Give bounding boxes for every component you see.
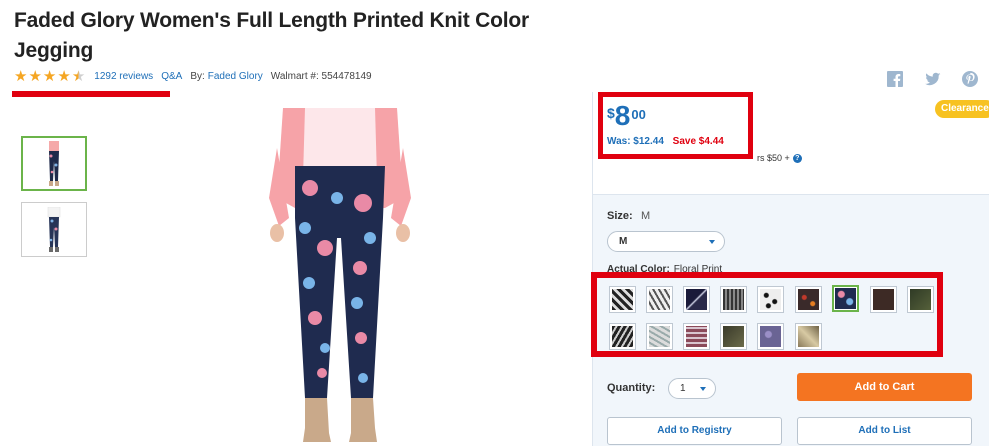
size-label: Size: [607, 210, 633, 222]
annotation-box-swatches [591, 272, 943, 357]
add-to-list-button[interactable]: Add to List [797, 417, 972, 445]
chevron-down-icon [709, 240, 715, 244]
qa-link[interactable]: Q&A [161, 71, 182, 82]
reviews-link[interactable]: 1292 reviews [94, 71, 153, 82]
walmart-number: Walmart #: 554478149 [270, 70, 372, 82]
add-to-cart-button[interactable]: Add to Cart [797, 373, 972, 401]
product-main-image[interactable] [265, 108, 415, 446]
by-label: By: [190, 70, 205, 82]
size-select-value: M [619, 236, 628, 247]
product-title: Faded Glory Women's Full Length Printed … [14, 9, 529, 62]
add-to-registry-button[interactable]: Add to Registry [607, 417, 782, 445]
quantity-label: Quantity: [607, 382, 656, 394]
half-star-icon: ★ [71, 66, 86, 85]
help-icon[interactable]: ? [792, 153, 802, 163]
facebook-icon[interactable] [887, 71, 903, 87]
size-value: M [641, 210, 651, 222]
annotation-underline [12, 91, 170, 97]
annotation-box-price [598, 92, 753, 159]
quantity-select[interactable]: 1 [668, 378, 716, 399]
pinterest-icon[interactable] [962, 71, 978, 87]
brand-link[interactable]: Faded Glory [208, 71, 263, 82]
shipping-note: rs $50 + ? [757, 153, 802, 163]
star-icon: ★ [14, 66, 28, 85]
size-select[interactable]: M [607, 231, 725, 252]
chevron-down-icon [700, 387, 706, 391]
twitter-icon[interactable] [925, 71, 941, 87]
clearance-badge: Clearance [935, 100, 989, 118]
star-icon: ★ [42, 66, 57, 85]
product-meta: ★ ★ ★ ★ ★ 1292 reviews Q&A By: Faded Glo… [14, 67, 380, 85]
star-icon: ★ [28, 66, 42, 85]
quantity-value: 1 [680, 383, 686, 394]
shipping-text: rs $50 + [757, 153, 790, 163]
rating-stars[interactable]: ★ ★ ★ ★ ★ [14, 66, 86, 85]
thumbnail-back[interactable] [21, 202, 87, 257]
star-icon: ★ [57, 66, 71, 85]
thumbnail-front[interactable] [21, 136, 87, 191]
